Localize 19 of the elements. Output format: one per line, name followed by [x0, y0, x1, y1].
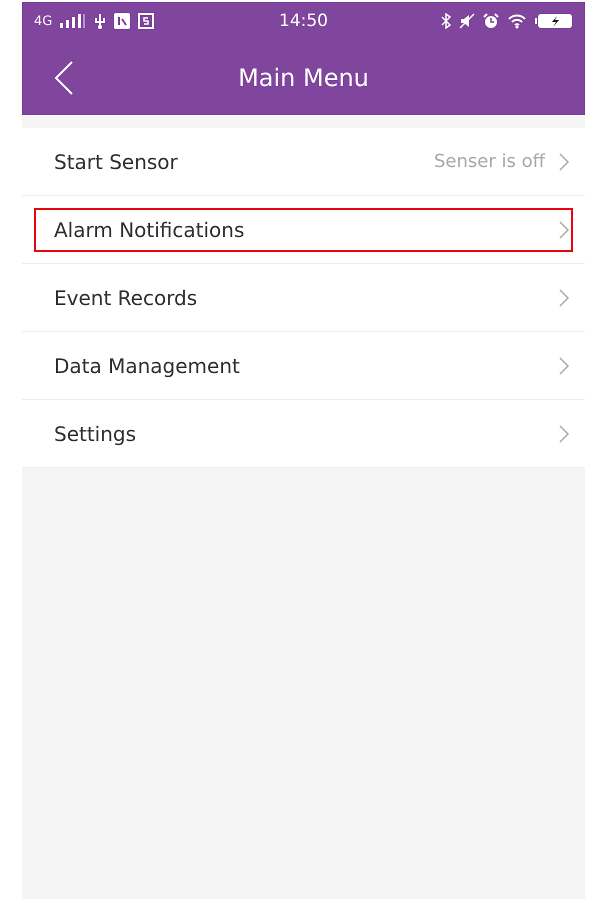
status-time: 14:50 — [279, 11, 328, 31]
battery-icon — [535, 13, 573, 29]
square-icon — [138, 13, 154, 29]
app-icon — [114, 13, 130, 29]
chevron-icon — [559, 424, 569, 442]
mute-icon — [459, 13, 475, 29]
usb-icon — [94, 13, 106, 29]
chevron-icon — [559, 220, 569, 238]
network-label: 4G — [34, 14, 52, 28]
screen-title: Main Menu — [238, 64, 369, 92]
chevron-icon — [559, 356, 569, 374]
alarm-icon — [483, 13, 499, 29]
status-value: Senser is off — [434, 151, 545, 172]
chevron-icon — [559, 152, 569, 170]
wifi-icon — [507, 13, 527, 29]
back-icon[interactable] — [54, 60, 74, 96]
chevron-icon — [559, 288, 569, 306]
signal-icon — [60, 14, 86, 28]
bluetooth-icon — [441, 13, 451, 29]
